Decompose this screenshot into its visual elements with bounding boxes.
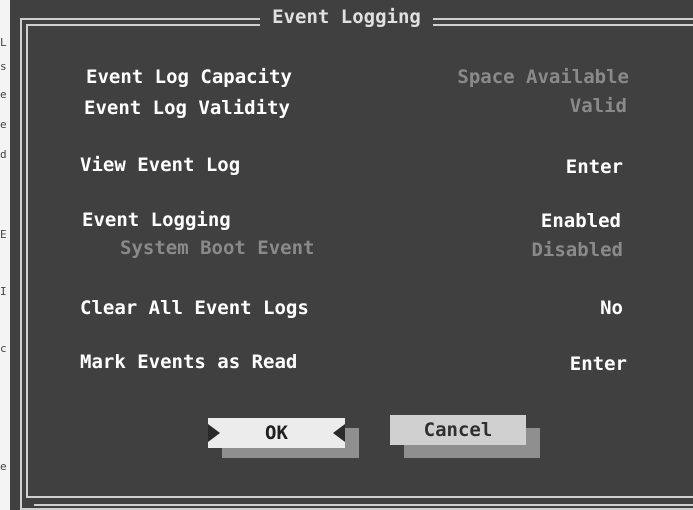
view-event-log-value[interactable]: Enter — [566, 156, 623, 178]
clear-all-event-logs-label[interactable]: Clear All Event Logs — [80, 297, 309, 319]
event-logging-label[interactable]: Event Logging — [82, 209, 231, 231]
system-boot-event-label: System Boot Event — [120, 237, 315, 259]
mark-events-as-read-label[interactable]: Mark Events as Read — [80, 351, 297, 373]
event-log-capacity-value: Space Available — [457, 66, 629, 88]
background-glyph: L — [0, 36, 7, 49]
background-glyph: c — [0, 342, 7, 355]
selection-right-arrow-icon — [208, 424, 220, 442]
background-glyph: I — [0, 285, 7, 298]
cancel-button[interactable]: Cancel — [390, 415, 526, 445]
event-log-capacity-label: Event Log Capacity — [86, 66, 292, 88]
ok-button-label: OK — [265, 422, 288, 444]
ok-button[interactable]: OK — [208, 418, 345, 448]
background-glyph: s — [0, 60, 7, 73]
selection-left-arrow-icon — [333, 424, 345, 442]
dialog-title: Event Logging — [0, 6, 693, 28]
event-log-validity-value: Valid — [569, 95, 627, 117]
dialog-bottom-border — [34, 504, 693, 506]
background-glyph: d — [0, 148, 7, 161]
background-window-strip: L s e e d E I c e — [0, 0, 10, 510]
background-glyph: e — [0, 460, 7, 473]
cancel-button-label: Cancel — [423, 419, 493, 441]
view-event-log-label[interactable]: View Event Log — [80, 154, 240, 176]
clear-all-event-logs-value[interactable]: No — [600, 297, 623, 319]
system-boot-event-value: Disabled — [531, 239, 623, 261]
event-logging-value[interactable]: Enabled — [541, 210, 621, 232]
background-glyph: e — [0, 88, 7, 101]
background-glyph: e — [0, 118, 7, 131]
event-log-validity-label: Event Log Validity — [84, 97, 290, 119]
background-glyph: E — [0, 228, 7, 241]
mark-events-as-read-value[interactable]: Enter — [570, 353, 627, 375]
